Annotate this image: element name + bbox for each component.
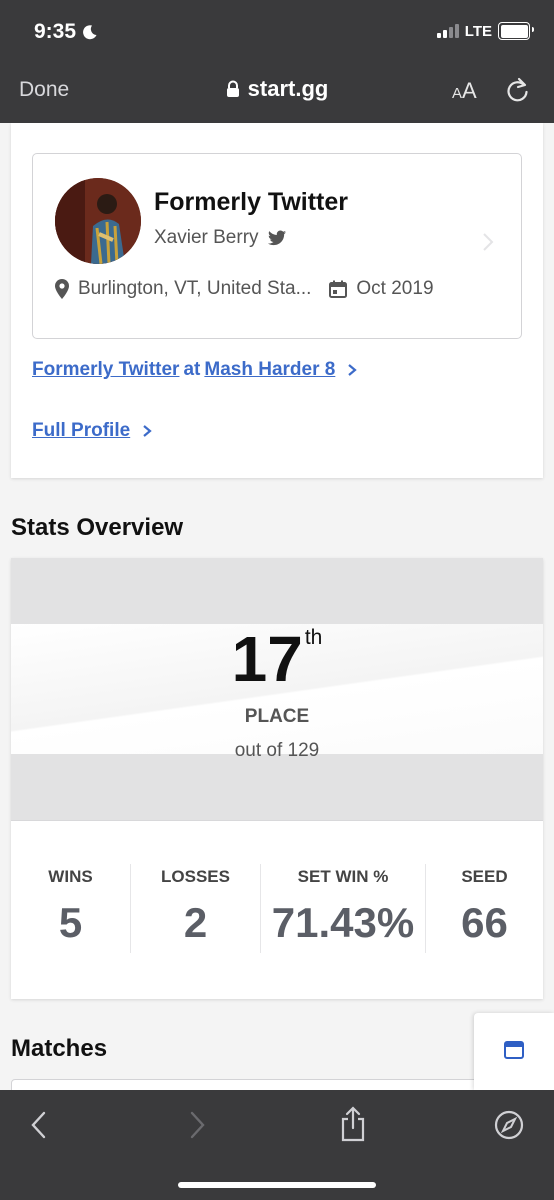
text-size-large: A bbox=[462, 78, 477, 103]
location-pin-icon bbox=[55, 279, 69, 299]
chevron-right-icon bbox=[348, 364, 358, 376]
stat-set-win-pct: SET WIN % 71.43% bbox=[261, 821, 425, 999]
place-value: 17 bbox=[231, 623, 303, 695]
location: Burlington, VT, United Sta... bbox=[55, 278, 311, 300]
place-label: PLACE bbox=[244, 706, 310, 727]
place-suffix: th bbox=[304, 626, 323, 649]
profile-card[interactable]: Formerly Twitter Xavier Berry Burlington… bbox=[32, 153, 522, 339]
full-profile-link[interactable]: Full Profile bbox=[32, 420, 130, 442]
home-indicator[interactable] bbox=[178, 1182, 376, 1188]
window-icon bbox=[504, 1041, 524, 1059]
tournament-link-row: Formerly Twitter at Mash Harder 8 bbox=[32, 359, 359, 381]
battery-icon bbox=[498, 22, 534, 40]
entrants-count: out of 129 bbox=[234, 740, 320, 761]
text-size-button[interactable]: AA bbox=[452, 78, 477, 104]
status-indicators: LTE bbox=[436, 22, 534, 40]
stat-label: WINS bbox=[48, 867, 93, 886]
back-arrow-icon[interactable] bbox=[28, 1110, 50, 1140]
calendar-icon bbox=[329, 280, 348, 298]
stat-value: 71.43% bbox=[271, 899, 415, 946]
stat-label: LOSSES bbox=[161, 867, 230, 886]
profile-meta: Burlington, VT, United Sta... Oct 2019 bbox=[55, 278, 434, 300]
location-text: Burlington, VT, United Sta... bbox=[78, 278, 312, 299]
player-event-link[interactable]: Formerly Twitter bbox=[32, 359, 179, 381]
stat-label: SET WIN % bbox=[297, 867, 389, 886]
join-date: Oct 2019 bbox=[329, 278, 434, 300]
browser-top-bar: 9:35 LTE Done start.gg AA bbox=[0, 0, 554, 123]
stat-losses: LOSSES 2 bbox=[131, 821, 260, 999]
stat-seed: SEED 66 bbox=[426, 821, 543, 999]
chevron-right-icon bbox=[143, 425, 152, 437]
forward-arrow-icon[interactable] bbox=[186, 1110, 208, 1140]
stats-panel: 17th PLACE out of 129 WINS 5 LOSSES 2 SE… bbox=[11, 558, 543, 999]
stat-value: 2 bbox=[183, 899, 208, 946]
page-content: Formerly Twitter Xavier Berry Burlington… bbox=[0, 123, 554, 1090]
tournament-link[interactable]: Mash Harder 8 bbox=[204, 359, 335, 381]
stat-wins: WINS 5 bbox=[11, 821, 130, 999]
lock-icon bbox=[226, 80, 239, 97]
stat-label: SEED bbox=[461, 867, 508, 886]
stat-value: 5 bbox=[58, 899, 83, 946]
text-size-small: A bbox=[452, 85, 463, 102]
stat-grid: WINS 5 LOSSES 2 SET WIN % 71.43% SEED 66 bbox=[11, 821, 543, 999]
reload-icon[interactable] bbox=[504, 76, 532, 104]
status-time: 9:35 bbox=[34, 20, 98, 44]
placement-number: 17th bbox=[11, 622, 543, 696]
stats-overview-title: Stats Overview bbox=[11, 514, 184, 541]
time-text: 9:35 bbox=[34, 20, 77, 43]
share-icon[interactable] bbox=[339, 1106, 367, 1142]
chevron-right-icon bbox=[483, 233, 494, 251]
compass-icon[interactable] bbox=[494, 1110, 524, 1140]
match-card[interactable] bbox=[11, 1079, 483, 1090]
signal-icon bbox=[436, 24, 459, 38]
matches-title: Matches bbox=[11, 1035, 108, 1062]
join-date-text: Oct 2019 bbox=[356, 278, 434, 299]
stat-value: 66 bbox=[461, 899, 508, 946]
profile-panel: Formerly Twitter Xavier Berry Burlington… bbox=[11, 123, 543, 478]
url-text: start.gg bbox=[247, 76, 329, 101]
player-tag: Formerly Twitter bbox=[154, 188, 349, 216]
at-text: at bbox=[183, 359, 201, 380]
full-profile-row: Full Profile bbox=[32, 420, 154, 442]
player-real-name: Xavier Berry bbox=[154, 227, 259, 248]
player-name-row: Xavier Berry bbox=[154, 227, 286, 249]
network-label: LTE bbox=[464, 22, 492, 40]
floating-action-button[interactable] bbox=[474, 1013, 554, 1090]
avatar bbox=[55, 178, 141, 264]
twitter-icon[interactable] bbox=[267, 230, 286, 246]
moon-icon bbox=[83, 25, 97, 40]
